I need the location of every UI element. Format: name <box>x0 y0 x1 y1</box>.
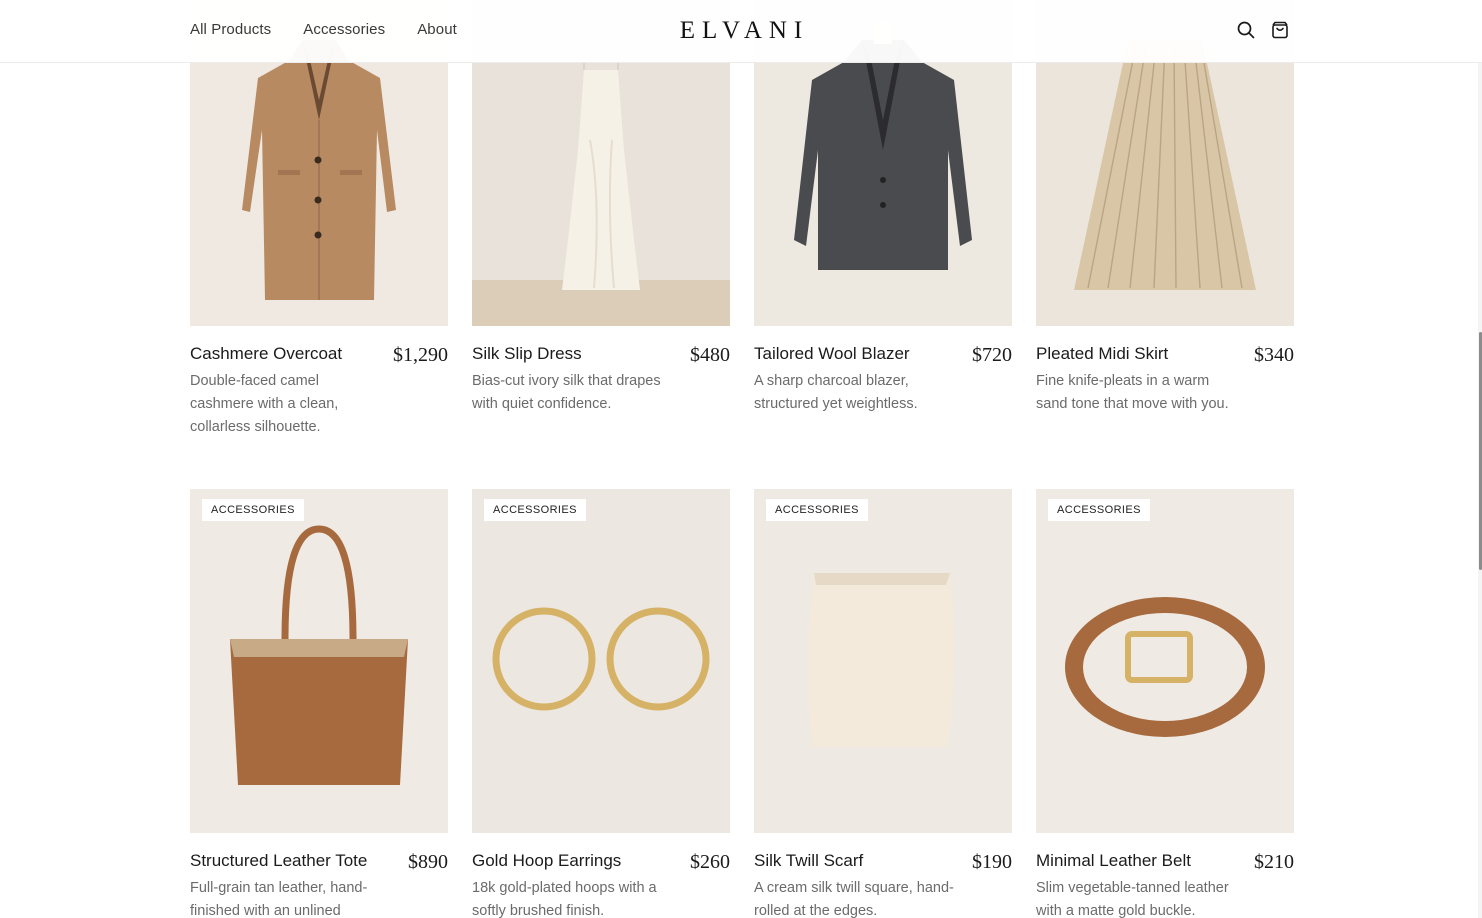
product-description: A sharp charcoal blazer, structured yet … <box>754 373 918 412</box>
product-card[interactable]: ACCESSORIES Structured Leather Tote $890… <box>190 489 448 918</box>
product-card[interactable]: ACCESSORIES Minimal Leather Belt $210 Sl… <box>1036 489 1294 918</box>
product-price: $480 <box>690 344 730 366</box>
product-description: 18k gold-plated hoops with a softly brus… <box>472 880 657 918</box>
header-actions <box>1236 20 1290 40</box>
site-header: All Products Accessories About ELVANI <box>0 0 1482 63</box>
category-badge: ACCESSORIES <box>484 499 586 521</box>
product-grid: Cashmere Overcoat $1,290 Double-faced ca… <box>190 0 1294 918</box>
category-badge: ACCESSORIES <box>1048 499 1150 521</box>
product-info: Cashmere Overcoat $1,290 Double-faced ca… <box>190 326 448 439</box>
product-image-gold-hoop-earrings[interactable]: ACCESSORIES <box>472 489 730 833</box>
product-info: Silk Twill Scarf $190 A cream silk twill… <box>754 833 1012 918</box>
product-price: $340 <box>1254 344 1294 366</box>
product-info: Silk Slip Dress $480 Bias-cut ivory silk… <box>472 326 730 416</box>
product-card[interactable]: ACCESSORIES Silk Twill Scarf $190 A crea… <box>754 489 1012 918</box>
search-icon[interactable] <box>1236 20 1256 40</box>
product-description: Fine knife-pleats in a warm sand tone th… <box>1036 373 1229 412</box>
product-description: Slim vegetable-tanned leather with a mat… <box>1036 880 1229 918</box>
product-price: $260 <box>690 851 730 873</box>
product-description: Double-faced camel cashmere with a clean… <box>190 373 339 435</box>
product-card[interactable]: Tailored Wool Blazer $720 A sharp charco… <box>754 0 1012 439</box>
product-info: Gold Hoop Earrings $260 18k gold-plated … <box>472 833 730 918</box>
page-scrollbar[interactable] <box>1478 0 1482 918</box>
product-info: Structured Leather Tote $890 Full-grain … <box>190 833 448 918</box>
product-description: Bias-cut ivory silk that drapes with qui… <box>472 373 661 412</box>
product-price: $190 <box>972 851 1012 873</box>
product-info: Pleated Midi Skirt $340 Fine knife-pleat… <box>1036 326 1294 416</box>
category-badge: ACCESSORIES <box>766 499 868 521</box>
product-image-structured-leather-tote[interactable]: ACCESSORIES <box>190 489 448 833</box>
product-price: $890 <box>408 851 448 873</box>
product-card[interactable]: ACCESSORIES Gold Hoop Earrings $260 18k … <box>472 489 730 918</box>
product-info: Tailored Wool Blazer $720 A sharp charco… <box>754 326 1012 416</box>
category-badge: ACCESSORIES <box>202 499 304 521</box>
product-price: $210 <box>1254 851 1294 873</box>
product-card[interactable]: Cashmere Overcoat $1,290 Double-faced ca… <box>190 0 448 439</box>
product-description: A cream silk twill square, hand-rolled a… <box>754 880 954 918</box>
row-spacer <box>190 439 1294 489</box>
product-image-minimal-leather-belt[interactable]: ACCESSORIES <box>1036 489 1294 833</box>
product-price: $720 <box>972 344 1012 366</box>
product-description: Full-grain tan leather, hand-finished wi… <box>190 880 368 918</box>
product-card[interactable]: Silk Slip Dress $480 Bias-cut ivory silk… <box>472 0 730 439</box>
shopping-bag-icon[interactable] <box>1270 20 1290 40</box>
product-card[interactable]: Pleated Midi Skirt $340 Fine knife-pleat… <box>1036 0 1294 439</box>
product-image-silk-twill-scarf[interactable]: ACCESSORIES <box>754 489 1012 833</box>
product-price: $1,290 <box>393 344 448 366</box>
product-info: Minimal Leather Belt $210 Slim vegetable… <box>1036 833 1294 918</box>
